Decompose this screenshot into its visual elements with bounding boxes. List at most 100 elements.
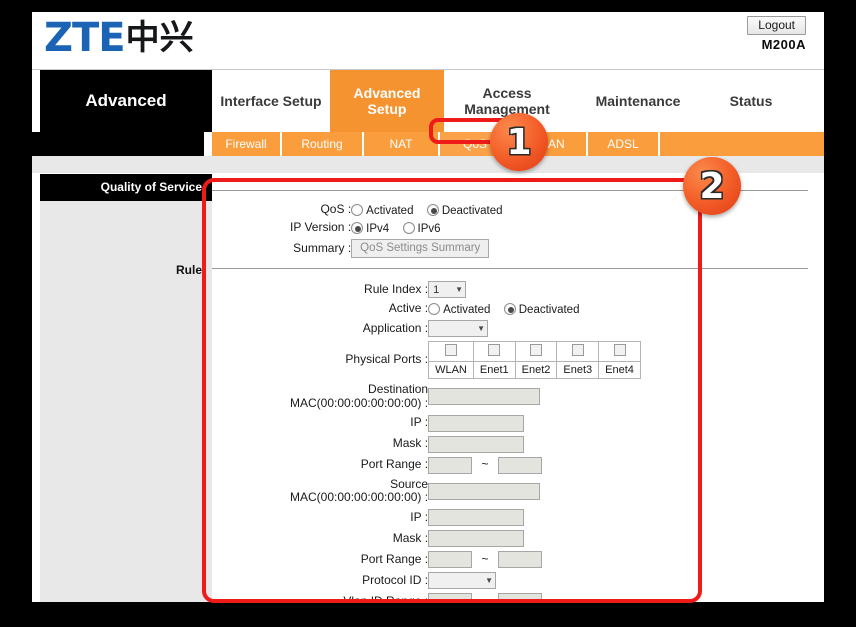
source-mask-input[interactable]	[428, 530, 525, 548]
destination-mac-label: Destination MAC(00:00:00:00:00:00) :	[290, 381, 428, 413]
model-label: M200A	[761, 37, 806, 52]
ports-checkbox-row	[428, 341, 641, 362]
page-content: Quality of Service Rule QoS : Activated …	[32, 174, 824, 602]
destination-port-from-input[interactable]	[428, 456, 473, 474]
source-mac-field	[428, 476, 641, 508]
subtab-adsl[interactable]: ADSL	[588, 132, 660, 156]
ip-version-radio-group: IPv4 IPv6	[351, 219, 512, 237]
ipv4-radio[interactable]	[351, 222, 364, 234]
source-ip-field	[428, 507, 641, 528]
summary-field: QoS Settings Summary	[351, 237, 512, 260]
row-source-mask: Mask :	[290, 528, 641, 549]
divider-mid	[212, 268, 808, 269]
checkbox-enet3[interactable]	[571, 344, 584, 356]
active-deactivated-radio[interactable]	[503, 303, 516, 315]
ipv4-label[interactable]: IPv4	[366, 223, 389, 235]
port-cell-enet3-check	[556, 341, 600, 362]
protocol-id-label: Protocol ID :	[362, 572, 429, 587]
destination-mask-input[interactable]	[428, 435, 525, 453]
port-label-enet2: Enet2	[514, 361, 558, 379]
destination-ip-input[interactable]	[428, 414, 525, 432]
annotation-marker-2: 2	[683, 157, 741, 215]
zte-logo: ZTE 中兴	[44, 12, 194, 58]
physical-ports-field: WLAN Enet1 Enet2 Enet3 Enet4	[428, 339, 641, 381]
source-port-to-input[interactable]	[497, 551, 542, 569]
tab-advanced-setup[interactable]: Advanced Setup	[330, 70, 444, 132]
sub-navigation: Firewall Routing NAT QoS VLAN ADSL	[32, 132, 824, 156]
screenshot-root: ZTE 中兴 Logout M200A Advanced Interface S…	[0, 0, 856, 627]
destination-port-range-label: Port Range :	[360, 457, 429, 472]
vlan-id-range-separator: ~	[481, 593, 489, 602]
subtab-routing[interactable]: Routing	[282, 132, 364, 156]
destination-mac-label-line1: Destination	[368, 382, 429, 396]
row-source-ip: IP :	[290, 507, 641, 528]
qos-deactivated-label[interactable]: Deactivated	[442, 205, 503, 217]
ipv6-radio[interactable]	[402, 222, 415, 234]
rule-index-field: 1 ▼	[428, 279, 641, 300]
source-ip-input[interactable]	[428, 509, 525, 527]
rule-index-value: 1	[433, 283, 440, 296]
source-port-range-field: ~	[428, 549, 641, 570]
row-ip-version: IP Version : IPv4 IPv6	[290, 219, 513, 237]
source-mac-input[interactable]	[428, 482, 541, 500]
checkbox-enet4[interactable]	[613, 344, 626, 356]
active-activated-radio[interactable]	[428, 303, 441, 315]
vlan-id-to-input[interactable]	[497, 593, 542, 602]
checkbox-enet2[interactable]	[530, 344, 542, 356]
qos-deactivated-radio[interactable]	[426, 204, 439, 216]
destination-mac-input[interactable]	[428, 388, 541, 406]
vlan-id-from-input[interactable]	[428, 593, 473, 602]
tab-maintenance[interactable]: Maintenance	[570, 70, 706, 132]
application-select[interactable]: ▼	[428, 320, 489, 337]
destination-port-range-field: ~	[428, 455, 641, 476]
row-destination-mac: Destination MAC(00:00:00:00:00:00) :	[290, 381, 641, 413]
logout-button[interactable]: Logout	[747, 16, 806, 35]
row-destination-ip: IP :	[290, 413, 641, 434]
protocol-id-select[interactable]: ▼	[428, 572, 497, 590]
destination-port-to-input[interactable]	[497, 456, 542, 474]
destination-mac-field	[428, 381, 641, 413]
checkbox-enet1[interactable]	[488, 344, 501, 356]
active-radio-group: Activated Deactivated	[428, 300, 641, 318]
qos-settings-summary-button[interactable]: QoS Settings Summary	[351, 239, 490, 258]
chevron-down-icon: ▼	[455, 284, 464, 294]
destination-ip-label: IP :	[410, 415, 429, 430]
destination-ip-field	[428, 413, 641, 434]
qos-form-panel: QoS : Activated Deactivated IP Version :…	[212, 174, 824, 602]
annotation-marker-1: 1	[490, 113, 548, 171]
qos-global-settings: QoS : Activated Deactivated IP Version :…	[290, 201, 513, 260]
checkbox-wlan[interactable]	[444, 344, 457, 356]
vlan-id-range-label: Vlan ID Range :	[343, 593, 429, 602]
source-port-from-input[interactable]	[428, 551, 473, 569]
ipv6-label[interactable]: IPv6	[418, 223, 441, 235]
port-label-enet3: Enet3	[556, 361, 600, 379]
rule-index-select[interactable]: 1 ▼	[428, 281, 467, 298]
destination-mask-label: Mask :	[392, 436, 429, 451]
sidebar-heading: Quality of Service	[40, 174, 212, 201]
qos-activated-label[interactable]: Activated	[366, 205, 413, 217]
page-header: ZTE 中兴 Logout M200A	[32, 12, 824, 70]
logo-chinese-characters: 中兴	[125, 18, 194, 58]
row-active: Active : Activated Deactivated	[290, 300, 641, 318]
source-ip-label: IP :	[410, 509, 429, 524]
active-deactivated-label[interactable]: Deactivated	[519, 304, 580, 316]
tab-interface-setup[interactable]: Interface Setup	[212, 70, 330, 132]
header-right-group: Logout M200A	[747, 16, 806, 52]
ports-label-row: WLAN Enet1 Enet2 Enet3 Enet4	[428, 361, 641, 379]
logo-wordmark: ZTE	[44, 15, 126, 61]
physical-ports-label: Physical Ports :	[345, 352, 429, 367]
qos-label: QoS :	[320, 202, 352, 217]
section-title: Advanced	[40, 70, 212, 132]
physical-ports-table: WLAN Enet1 Enet2 Enet3 Enet4	[428, 341, 641, 379]
port-cell-enet2-check	[514, 341, 558, 362]
tab-status[interactable]: Status	[706, 70, 796, 132]
port-label-enet1: Enet1	[472, 361, 516, 379]
active-activated-label[interactable]: Activated	[443, 304, 490, 316]
subtab-nat[interactable]: NAT	[364, 132, 440, 156]
row-summary: Summary : QoS Settings Summary	[290, 237, 513, 260]
qos-activated-radio[interactable]	[351, 204, 364, 216]
router-admin-page: ZTE 中兴 Logout M200A Advanced Interface S…	[32, 12, 824, 602]
row-vlan-id-range: Vlan ID Range : ~	[290, 591, 641, 602]
subtab-firewall[interactable]: Firewall	[212, 132, 282, 156]
qos-radio-group: Activated Deactivated	[351, 201, 512, 219]
